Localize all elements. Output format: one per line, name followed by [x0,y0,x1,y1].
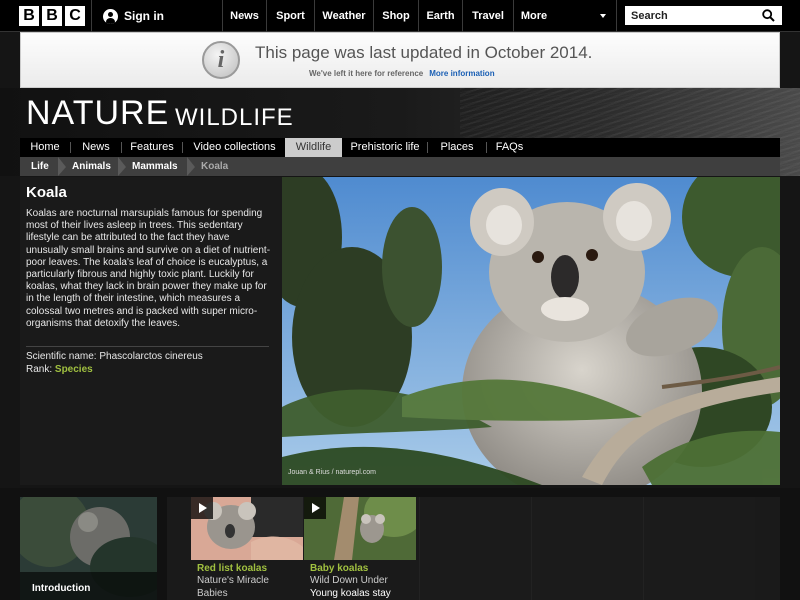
nav-weather[interactable]: Weather [315,0,373,32]
user-icon [103,8,118,24]
sign-in-link[interactable]: Sign in [103,0,164,32]
clip-thumbnail-red-list-koalas[interactable] [191,497,303,560]
chevron-right-icon [118,157,126,176]
nav-news[interactable]: News [223,0,266,32]
info-icon: i [202,41,240,79]
breadcrumb-mammals[interactable]: Mammals [132,157,178,176]
clip-thumbnail-baby-koalas[interactable] [304,497,416,560]
clip-title[interactable]: Baby koalas [310,563,368,574]
breadcrumb-animals[interactable]: Animals [72,157,111,176]
nav-more[interactable]: More [514,0,554,32]
section-title: WILDLIFE [175,104,294,131]
koala-illustration [282,177,780,485]
scientific-name: Scientific name: Phascolarctos cinereus [26,351,203,362]
tab-features[interactable]: Features [122,138,182,157]
scientific-name-value: Phascolarctos cinereus [99,351,203,362]
tab-video-collections[interactable]: Video collections [183,138,286,157]
koala-hero-image [282,177,780,485]
nav-travel[interactable]: Travel [463,0,513,32]
search-icon[interactable] [762,9,775,22]
more-information-link[interactable]: More information [429,69,494,78]
tab-places[interactable]: Places [428,138,486,157]
notice-subtitle-text: We've left it here for reference [309,69,424,78]
tab-news[interactable]: News [71,138,121,157]
bbc-top-bar: B B C Sign in News Sport Weather Shop Ea… [0,0,800,32]
chevron-right-icon [187,157,195,176]
search-box [625,6,782,26]
notice-title: This page was last updated in October 20… [255,43,593,62]
tab-prehistoric-life[interactable]: Prehistoric life [343,138,427,157]
species-name: Koala [26,184,67,201]
species-description: Koalas are nocturnal marsupials famous f… [26,208,271,329]
clip-source: Wild Down Under [310,575,388,586]
empty-clip-slot [643,497,755,600]
search-input[interactable] [625,6,755,26]
photo-credit: Jouan & Rius / naturepl.com [288,469,376,476]
tab-wildlife[interactable]: Wildlife [285,138,342,157]
play-icon[interactable] [304,497,326,519]
sign-in-label: Sign in [124,9,164,23]
rank-label: Rank: [26,364,55,375]
clip-description: Babies [197,588,228,599]
logo-letter: B [19,6,39,26]
divider [26,346,269,347]
divider [91,0,92,32]
clip-source: Nature's Miracle [197,575,269,586]
notice-subtitle: We've left it here for reference More inf… [309,69,495,78]
empty-clip-slot [531,497,643,600]
breadcrumb-life[interactable]: Life [31,157,49,176]
clip-description: Young koalas stay [310,588,391,599]
nav-shop[interactable]: Shop [374,0,418,32]
breadcrumb-koala: Koala [201,161,229,172]
scientific-name-label: Scientific name: [26,351,100,362]
introduction-label[interactable]: Introduction [32,583,90,594]
rank-link[interactable]: Species [55,364,93,375]
nav-earth[interactable]: Earth [419,0,462,32]
nav-sport[interactable]: Sport [267,0,314,32]
breadcrumb: Life Animals Mammals Koala [20,157,780,176]
bbc-logo[interactable]: B B C [19,6,85,26]
play-icon[interactable] [191,497,213,519]
tab-faqs[interactable]: FAQs [487,138,532,157]
divider [616,0,617,32]
site-title[interactable]: NATURE [26,94,169,133]
section-nav: Home News Features Video collections Wil… [20,138,780,157]
logo-letter: B [42,6,62,26]
archive-notice: i This page was last updated in October … [20,32,780,88]
taxonomic-rank: Rank: Species [26,364,93,375]
empty-clip-slot [419,497,531,600]
chevron-right-icon [58,157,66,176]
logo-letter: C [65,6,85,26]
tab-home[interactable]: Home [20,138,70,157]
clip-title[interactable]: Red list koalas [197,563,267,574]
chevron-down-icon[interactable] [600,14,606,18]
